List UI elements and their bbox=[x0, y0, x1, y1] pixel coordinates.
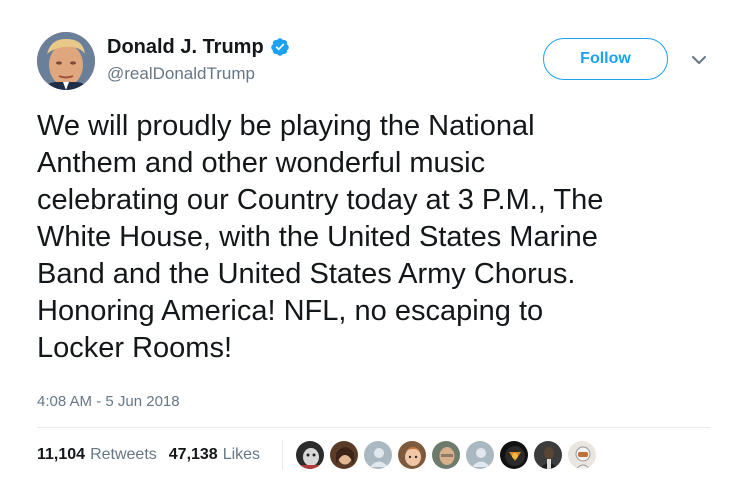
default-user-icon[interactable] bbox=[363, 440, 393, 470]
liker-avatar[interactable] bbox=[567, 440, 597, 470]
likers-avatars bbox=[295, 440, 597, 470]
profile-avatar[interactable] bbox=[37, 32, 95, 90]
tweet-timestamp[interactable]: 4:08 AM - 5 Jun 2018 bbox=[37, 393, 180, 410]
retweets-stat[interactable]: 11,104 Retweets bbox=[37, 446, 157, 464]
follow-button[interactable]: Follow bbox=[543, 38, 668, 80]
liker-avatar[interactable] bbox=[295, 440, 325, 470]
likes-count: 47,138 bbox=[168, 446, 218, 463]
default-user-icon[interactable] bbox=[465, 440, 495, 470]
tweet-text: We will proudly be playing the National … bbox=[37, 110, 604, 364]
display-name[interactable]: Donald J. Trump bbox=[107, 36, 264, 59]
verified-badge-icon bbox=[270, 37, 290, 57]
name-row: Donald J. Trump bbox=[107, 34, 290, 60]
tweet-card: Donald J. Trump @realDonaldTrump Follow … bbox=[0, 0, 751, 483]
user-handle[interactable]: @realDonaldTrump bbox=[107, 64, 255, 84]
liker-avatar[interactable] bbox=[533, 440, 563, 470]
likes-label: Likes bbox=[222, 446, 261, 463]
liker-avatar[interactable] bbox=[329, 440, 359, 470]
retweets-label: Retweets bbox=[90, 446, 157, 463]
divider bbox=[37, 427, 710, 428]
liker-avatar[interactable] bbox=[397, 440, 427, 470]
retweets-count: 11,104 bbox=[37, 446, 86, 463]
liker-avatar[interactable] bbox=[499, 440, 529, 470]
stats-separator bbox=[282, 440, 283, 470]
chevron-down-icon[interactable] bbox=[690, 53, 708, 67]
liker-avatar[interactable] bbox=[431, 440, 461, 470]
likes-stat[interactable]: 47,138 Likes bbox=[169, 446, 260, 464]
tweet-stats: 11,104 Retweets 47,138 Likes bbox=[37, 446, 260, 464]
